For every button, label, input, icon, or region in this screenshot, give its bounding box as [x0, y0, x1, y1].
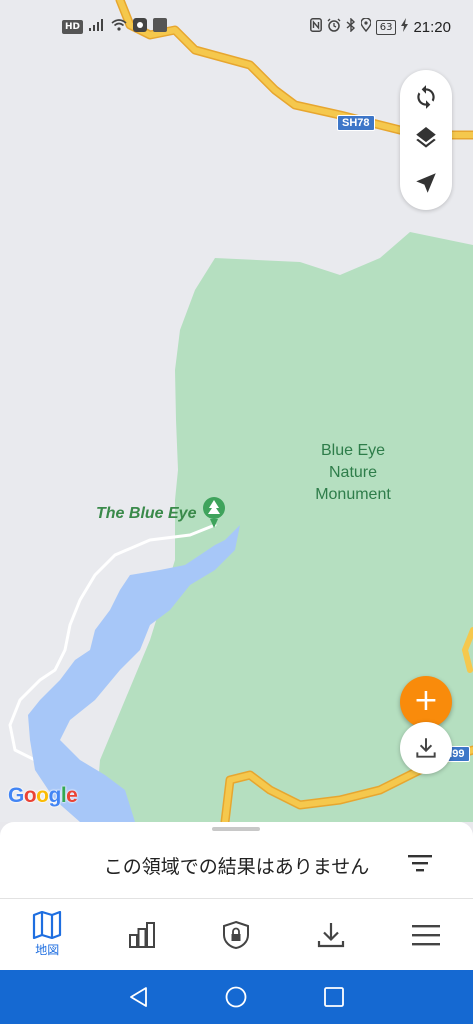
menu-icon — [411, 924, 440, 945]
nav-menu[interactable] — [378, 899, 473, 970]
system-nav-bar — [0, 970, 473, 1024]
google-logo-o1: o — [23, 784, 37, 807]
poi-label[interactable]: The Blue Eye — [96, 505, 196, 523]
sheet-handle[interactable] — [212, 827, 260, 831]
google-logo-o2: o — [36, 784, 49, 807]
hd-icon: HD — [62, 20, 84, 34]
bluetooth-icon — [346, 17, 356, 36]
download-icon — [416, 738, 436, 758]
battery-icon: 63 — [375, 19, 397, 35]
road-shield-sh78: SH78 — [337, 115, 375, 131]
map-controls — [400, 70, 452, 210]
home-icon[interactable] — [216, 977, 256, 1017]
add-button[interactable]: + — [400, 676, 452, 728]
filter-icon[interactable] — [404, 850, 436, 878]
google-logo-e: e — [66, 784, 78, 807]
recents-icon[interactable] — [314, 977, 354, 1017]
layers-icon[interactable] — [406, 120, 446, 160]
nav-downloads[interactable] — [284, 899, 379, 970]
nav-security[interactable] — [189, 899, 284, 970]
map-icon — [33, 911, 62, 939]
clock: 21:20 — [413, 18, 451, 36]
nav-map-label: 地図 — [35, 943, 60, 957]
area-label-line: Nature — [328, 464, 378, 481]
back-icon[interactable] — [119, 977, 159, 1017]
area-label-line: Blue Eye — [320, 442, 386, 459]
nfc-icon — [309, 18, 322, 36]
no-results-message: この領域での結果はありません — [103, 856, 370, 878]
navigation-icon[interactable] — [406, 163, 446, 203]
charging-icon — [401, 18, 409, 36]
wifi-icon — [111, 19, 127, 35]
nav-map[interactable]: 地図 — [0, 899, 95, 970]
google-logo-g2: g — [48, 784, 62, 807]
location-icon — [360, 17, 372, 36]
app-notification-icon — [133, 18, 148, 36]
app-notification-2-icon — [153, 18, 168, 36]
results-sheet[interactable]: この領域での結果はありません — [0, 822, 473, 898]
download-map-button[interactable] — [400, 722, 452, 774]
alarm-icon — [327, 18, 341, 36]
bottom-nav: 地図 — [0, 898, 473, 970]
sync-icon[interactable] — [406, 77, 446, 117]
google-logo-g: G — [8, 784, 24, 807]
signal-icon — [89, 19, 105, 35]
area-label[interactable]: Blue Eye Nature Monument — [304, 440, 402, 506]
download-icon — [317, 922, 345, 947]
area-label-line: Monument — [315, 486, 391, 503]
shield-lock-icon — [223, 920, 250, 949]
stats-icon — [128, 921, 155, 948]
google-logo: Google — [8, 784, 78, 808]
nav-stats[interactable] — [95, 899, 190, 970]
status-bar: HD 63 21:20 — [0, 0, 473, 56]
